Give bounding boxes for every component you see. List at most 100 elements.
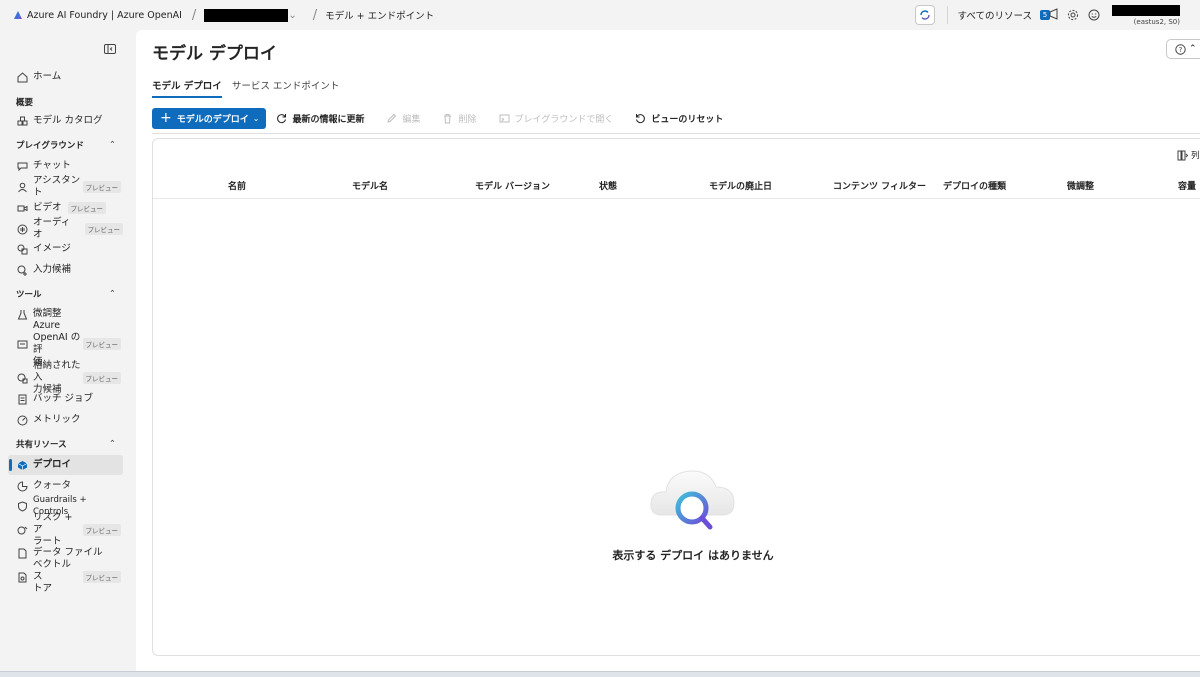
column-header-retirement-date[interactable]: モデルの廃止日 [709, 179, 772, 192]
sidebar-item-label: ホーム [33, 71, 62, 82]
top-bar: Azure AI Foundry | Azure OpenAI / ⌄ / モデ… [0, 0, 1200, 30]
breadcrumb-separator: / [191, 7, 197, 23]
collapse-sidebar-icon[interactable] [104, 44, 116, 54]
section-playground[interactable]: プレイグラウンド ⌃ [16, 139, 116, 151]
home-icon [16, 71, 28, 83]
sidebar-item-home[interactable]: ホーム [8, 67, 123, 87]
file-icon [16, 547, 28, 559]
sidebar-item-completions[interactable]: 入力候補 [8, 260, 123, 280]
reset-view-button[interactable]: ビューのリセット [635, 112, 723, 125]
column-header-deployment-type[interactable]: デプロイの種類 [943, 179, 1006, 192]
cloud-search-icon [650, 470, 735, 530]
command-bar: + モデルのデプロイ ⌄ 最新の情報に更新 編集 削除 プレイグラウンドで開く … [152, 106, 1200, 130]
sidebar: ホーム 概要 モデル カタログ プレイグラウンド ⌃ チャット アシスタント プレ… [0, 30, 135, 671]
delete-button[interactable]: 削除 [442, 112, 477, 125]
delete-label: 削除 [458, 114, 477, 125]
sidebar-item-audio[interactable]: オーディオ プレビュー [8, 217, 123, 240]
sidebar-item-label: アシスタント [33, 175, 81, 198]
sidebar-item-risk-alerts[interactable]: リスク + ア ラート プレビュー [8, 512, 123, 547]
sidebar-item-model-catalog[interactable]: モデル カタログ [8, 111, 123, 131]
label-line: 格納された入 [33, 360, 81, 383]
chevron-up-icon: ⌃ [1189, 44, 1197, 54]
help-icon: ? [1175, 43, 1186, 55]
all-resources-link[interactable]: すべてのリソース [958, 8, 1032, 22]
column-header-model-name[interactable]: モデル名 [352, 179, 388, 192]
sidebar-item-label: チャット [33, 160, 71, 171]
empty-state: 表示する デプロイ はありません [593, 459, 793, 563]
video-icon [16, 202, 28, 214]
sidebar-item-batch-jobs[interactable]: バッチ ジョブ [8, 389, 123, 409]
redacted-account-name [1112, 4, 1180, 16]
gauge-icon [16, 414, 28, 426]
refresh-icon [276, 113, 287, 124]
sidebar-item-vector-stores[interactable]: ベクトル ス トア プレビュー [8, 559, 123, 594]
sidebar-item-image[interactable]: イメージ [8, 239, 123, 259]
sidebar-item-chat[interactable]: チャット [8, 156, 123, 176]
sidebar-item-evaluation[interactable]: Azure OpenAI の評 価 プレビュー [8, 320, 123, 367]
toolbar-divider [946, 6, 948, 24]
column-header-name[interactable]: 名前 [228, 179, 246, 192]
label-line: Azure [33, 320, 61, 331]
section-shared-resources[interactable]: 共有リソース ⌃ [16, 438, 116, 450]
reset-icon [635, 113, 646, 124]
sidebar-item-label: モデル カタログ [33, 115, 103, 126]
stored-completions-icon [16, 372, 28, 384]
deploy-model-label: モデルのデプロイ [176, 114, 249, 125]
audio-icon [16, 223, 28, 235]
deploy-model-button[interactable]: + モデルのデプロイ ⌄ [152, 107, 267, 129]
column-header-finetune[interactable]: 微調整 [1067, 179, 1094, 192]
sidebar-item-stored-completions[interactable]: 格納された入 力候補 プレビュー [8, 360, 123, 395]
breadcrumb-current-page: モデル + エンドポイント [325, 11, 435, 22]
help-button[interactable]: ? ⌃ [1166, 39, 1200, 59]
brand-title: Azure AI Foundry | Azure OpenAI [27, 9, 182, 21]
copilot-button[interactable] [914, 5, 935, 25]
columns-button[interactable]: 列 [1177, 149, 1200, 161]
preview-badge: プレビュー [84, 223, 123, 235]
sidebar-item-label: デプロイ [33, 459, 72, 470]
flask-icon [16, 308, 28, 320]
column-header-model-version[interactable]: モデル バージョン [475, 179, 550, 192]
tab-model-deployments[interactable]: モデル デプロイ [152, 78, 222, 98]
sidebar-item-assistant[interactable]: アシスタント プレビュー [8, 175, 123, 198]
column-header-state[interactable]: 状態 [599, 179, 617, 192]
feedback-button[interactable] [1087, 8, 1101, 22]
section-label: ツール [16, 290, 42, 300]
account-region: (eastus2, S0) [1133, 17, 1180, 26]
smiley-icon [1088, 9, 1100, 21]
preview-badge: プレビュー [82, 181, 121, 193]
columns-label: 列 [1191, 151, 1200, 161]
resource-chevron-icon[interactable]: ⌄ [288, 10, 296, 21]
tab-service-endpoints[interactable]: サービス エンドポイント [232, 78, 340, 98]
sidebar-item-label: ベクトル ス トア [33, 559, 83, 595]
settings-button[interactable] [1066, 8, 1080, 22]
refresh-button[interactable]: 最新の情報に更新 [276, 112, 364, 125]
sidebar-item-label: メトリック [33, 414, 81, 425]
account-menu[interactable]: (eastus2, S0) [1112, 4, 1180, 26]
sidebar-item-label: クォータ [33, 480, 72, 491]
chevron-down-icon: ⌄ [252, 113, 260, 123]
evaluation-icon [16, 338, 28, 350]
announcements-button[interactable]: 5 [1040, 7, 1058, 23]
vector-store-icon [16, 571, 28, 583]
brand[interactable]: Azure AI Foundry | Azure OpenAI [13, 10, 182, 21]
preview-badge: プレビュー [82, 524, 121, 536]
preview-badge: プレビュー [82, 338, 121, 350]
edit-button[interactable]: 編集 [386, 112, 420, 125]
svg-text:?: ? [1179, 46, 1183, 54]
sidebar-item-quota[interactable]: クォータ [8, 476, 123, 496]
open-in-playground-label: プレイグラウンドで開く [514, 114, 614, 125]
cubes-icon [16, 115, 28, 127]
megaphone-icon [1049, 8, 1058, 20]
column-header-capacity[interactable]: 容量 [1178, 179, 1196, 192]
deployments-grid: 列 名前 モデル名 モデル バージョン 状態 モデルの廃止日 コンテンツ フィル… [152, 138, 1200, 656]
chevron-up-icon: ⌃ [108, 439, 116, 449]
column-header-content-filter[interactable]: コンテンツ フィルター [833, 179, 926, 192]
open-in-playground-button[interactable]: プレイグラウンドで開く [499, 112, 614, 125]
sidebar-item-label: ビデオ [33, 202, 62, 213]
redacted-resource-name[interactable] [204, 8, 289, 22]
sidebar-item-deployments[interactable]: デプロイ [8, 455, 123, 475]
sidebar-item-video[interactable]: ビデオ プレビュー [8, 198, 123, 218]
section-tools[interactable]: ツール ⌃ [16, 288, 116, 300]
sidebar-item-metrics[interactable]: メトリック [8, 410, 123, 430]
columns-icon [1177, 150, 1188, 160]
